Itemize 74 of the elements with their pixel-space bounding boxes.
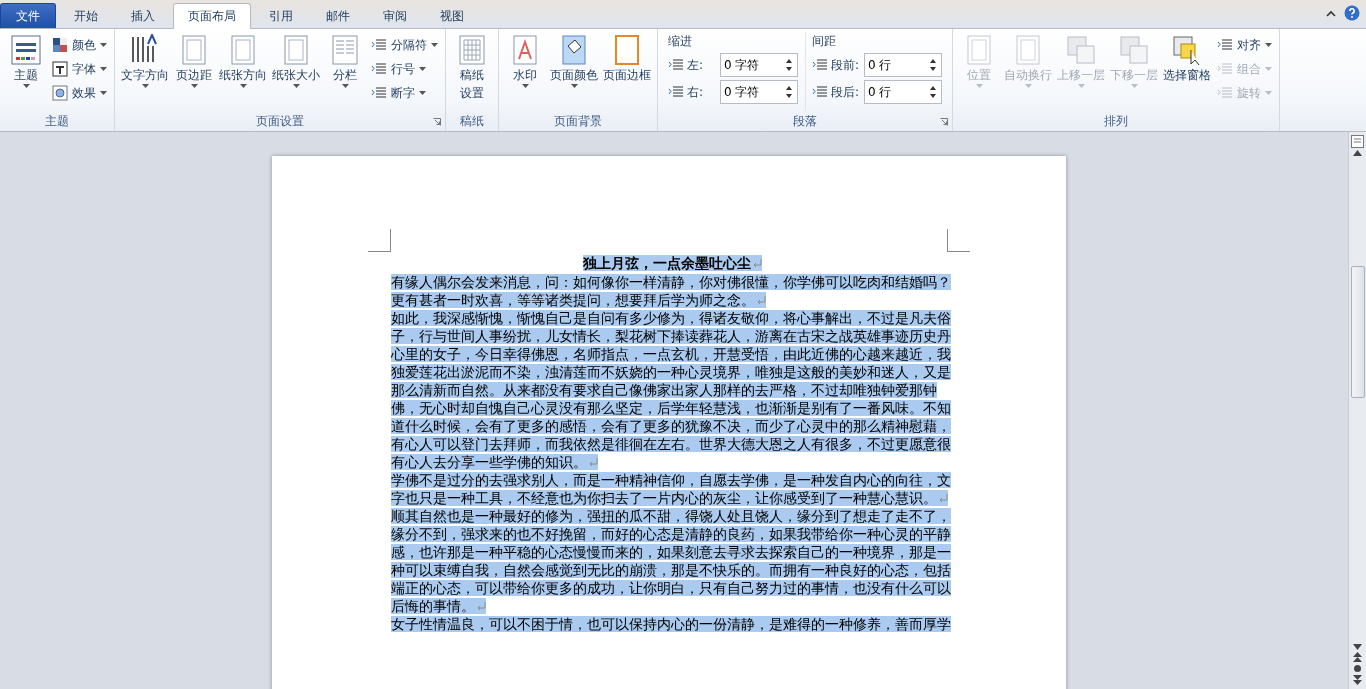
ribbon-button[interactable]: 页面边框 — [601, 32, 653, 111]
ribbon-tab[interactable]: 审阅 — [368, 3, 422, 28]
bring-forward-icon — [1065, 34, 1097, 66]
scroll-down-icon[interactable] — [1353, 644, 1362, 650]
ribbon-button[interactable]: 颜色 — [49, 34, 110, 56]
ribbon-button[interactable]: 选择窗格 — [1161, 32, 1213, 111]
field-label: 左: — [687, 56, 705, 74]
ribbon-button[interactable]: 行号 — [368, 58, 441, 80]
spinner-field[interactable]: 0 字符 — [720, 53, 798, 77]
ribbon-button[interactable]: 分隔符 — [368, 34, 441, 56]
paragraph: 顺其自然也是一种最好的修为，强扭的瓜不甜，得饶人处且饶人，缘分到了想走了走不了，缘分不到，强求来的也不好挽留，而好的心态是清静的良药，如果我带给你一种心灵的平静感，也许那是一种平稳的心态慢慢而来的，如果刻意去寻求去探索自己的一种境界，那是一种可以束缚自我，自然会感觉到无比的崩溃，那是不快乐的。而拥有一种良好的心态，包括端正的心态，可以带给你更多的成功，让你明白，只有自己努力过的事情，也没有什么可以后悔的事情。 — [390, 507, 952, 615]
ribbon-button[interactable]: 文字方向 — [119, 32, 171, 111]
ribbon-button[interactable]: 效果 — [49, 82, 110, 104]
paragraph: 如此，我深感惭愧，惭愧自己是自问有多少修为，得诸友敬仰，将心事解出，不过是凡夫俗子，行与世间人事纷扰，儿女情长，梨花树下捧读葬花人，游离在古宋之战英雄事迹历史丹心里的女子，今日幸得佛恩，名师指点，一点玄机，开慧受悟，由此近佛的心越来越近，我独爱莲花出淤泥而不染，浊清莲而不妖娆的一种心灵境界，唯独是这般的美妙和迷人，又是那么清新而自然。从来都没有要求自己像佛家出家人那样的去严格，不过却唯独钟爱那钟佛，无心时却自愧自己心灵没有那么坚定，后学年轻慧浅，也渐渐是别有了一番风味。不知道什么时候，会有了更多的感悟，会有了更多的犹豫不决，而少了心灵中的那么精神慰藉，有心人可以登门去拜师，而我依然是徘徊在左右。世界大德大恩之人有很多，不过更愿意很有心人去分享一些学佛的知识。 — [390, 309, 952, 471]
field-label: 右: — [687, 83, 705, 101]
ribbon-tab[interactable]: 页面布局 — [173, 3, 251, 29]
spinner-field[interactable]: 0 行 — [864, 53, 942, 77]
paragraph: 学佛不是过分的去强求别人，而是一种精神信仰，自愿去学佛，是一种发自内心的向往，文字也只是一种工具，不经意也为你扫去了一片内心的灰尘，让你感受到了一种慧心慧识。 — [390, 471, 952, 507]
crop-mark — [367, 229, 391, 252]
collapse-ribbon-icon[interactable] — [1326, 9, 1336, 17]
ribbon-tab[interactable]: 视图 — [425, 3, 479, 28]
ribbon-button[interactable]: 水印 — [503, 32, 547, 111]
columns-icon — [329, 34, 361, 66]
ribbon-button[interactable]: 分栏 — [323, 32, 367, 111]
send-backward-icon — [1118, 34, 1150, 66]
spinner-field[interactable]: 0 字符 — [720, 80, 798, 104]
ribbon-tab[interactable]: 邮件 — [311, 3, 365, 28]
group-label: 稿纸 — [460, 112, 484, 130]
file-tab[interactable]: 文件 — [0, 3, 56, 28]
spinner-arrows-icon[interactable] — [785, 58, 793, 72]
previous-page-icon[interactable] — [1353, 652, 1362, 662]
ribbon-tab[interactable]: 开始 — [59, 3, 113, 28]
ribbon-button[interactable]: 纸张大小 — [270, 32, 322, 111]
scroll-thumb[interactable] — [1350, 266, 1365, 398]
paragraph: 女子性情温良，可以不困于情，也可以保持内心的一份清静，是难得的一种修养，善而厚学 — [390, 615, 952, 633]
ribbon-button[interactable]: 主题 — [4, 32, 48, 111]
group-label: 页面背景 — [554, 112, 602, 130]
field-label: 段前: — [831, 56, 861, 74]
paragraph: 有缘人偶尔会发来消息，问：如何像你一样清静，你对佛很懂，你学佛可以吃肉和结婚吗？更有甚者一时欢喜，等等诸类提问，想要拜后学为师之念。 — [390, 273, 952, 309]
ribbon-button[interactable]: 稿纸 设置 — [450, 32, 494, 111]
theme-icon — [10, 34, 42, 66]
help-icon[interactable] — [1344, 5, 1360, 21]
spinner-arrows-icon[interactable] — [785, 85, 793, 99]
ribbon-button[interactable]: 断字 — [368, 82, 441, 104]
dialog-launcher-icon[interactable] — [433, 118, 441, 126]
scroll-up-icon[interactable] — [1353, 150, 1362, 156]
ribbon-button[interactable]: 页面颜色 — [548, 32, 600, 111]
crop-mark — [946, 229, 970, 252]
group-label: 主题 — [45, 112, 69, 130]
group-label: 排列 — [1104, 112, 1128, 130]
ribbon-button[interactable]: 页边距 — [172, 32, 216, 111]
font-icon — [52, 61, 68, 77]
next-page-icon[interactable] — [1353, 675, 1362, 685]
ribbon-button[interactable]: 字体 — [49, 58, 110, 80]
group-label: 页面设置 — [256, 112, 304, 130]
spinner-arrows-icon[interactable] — [929, 85, 937, 99]
ribbon-button[interactable]: 对齐 — [1214, 34, 1275, 56]
field-label: 段后: — [831, 83, 861, 101]
color-palette-icon — [52, 37, 68, 53]
ribbon-tab[interactable]: 插入 — [116, 3, 170, 28]
dialog-launcher-icon[interactable] — [940, 118, 948, 126]
ruler-toggle-icon[interactable] — [1351, 135, 1364, 148]
group-label: 段落 — [793, 112, 817, 130]
ribbon-button[interactable]: 纸张方向 — [217, 32, 269, 111]
ribbon-tab[interactable]: 引用 — [254, 3, 308, 28]
effects-icon — [52, 85, 68, 101]
document-title: 独上月弦，一点余墨吐心尘 — [390, 253, 955, 273]
spinner-field[interactable]: 0 行 — [864, 80, 942, 104]
vertical-scrollbar[interactable] — [1348, 132, 1366, 689]
section-heading: 间距 — [812, 33, 837, 50]
section-heading: 缩进 — [668, 33, 693, 50]
grid-paper-icon — [456, 34, 488, 66]
browse-object-icon[interactable] — [1353, 664, 1362, 673]
spinner-arrows-icon[interactable] — [929, 58, 937, 72]
